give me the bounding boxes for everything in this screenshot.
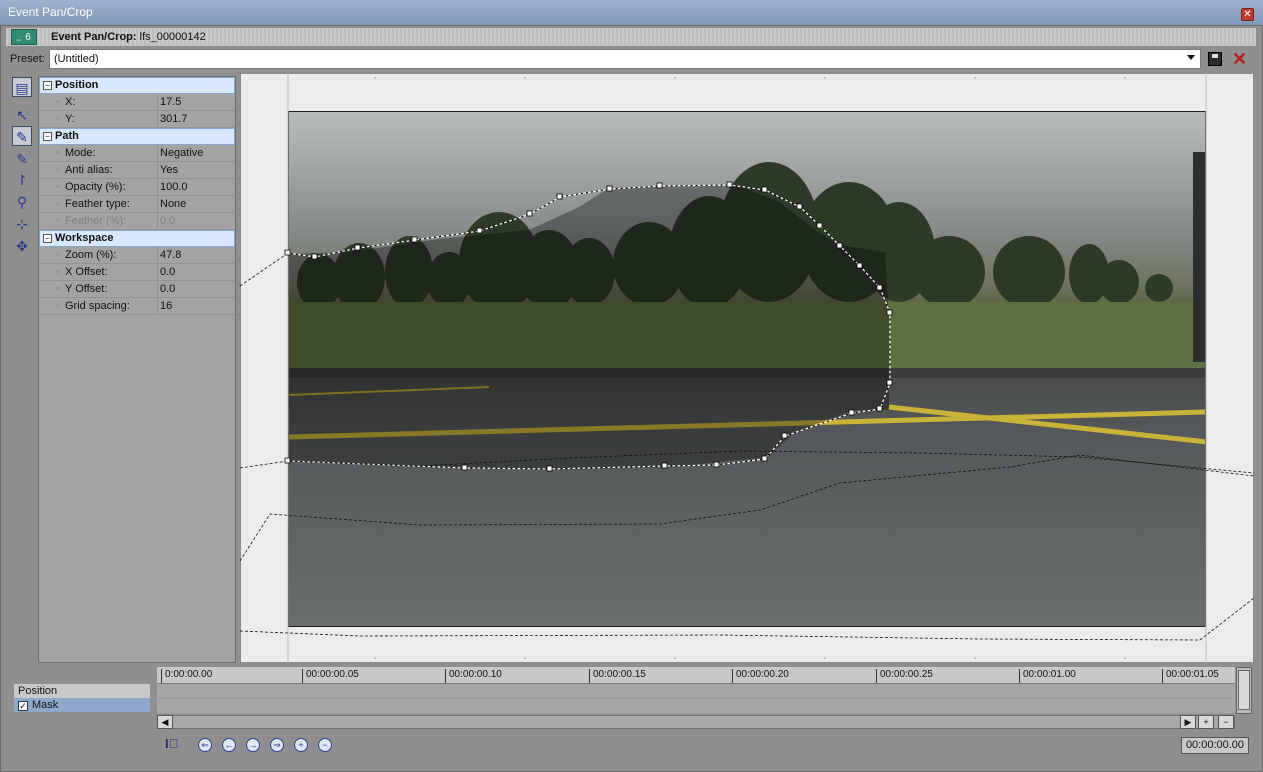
prop-value[interactable]: 17.5 [157,94,236,110]
properties-panel: − Position ◦ X: 17.5 ◦ Y: 301.7 − Path ◦ Mode… [38,76,236,663]
mask-path-overlay[interactable] [240,73,1254,663]
delete-keyframe-icon[interactable]: − [318,738,332,752]
prop-label: Zoom (%): [65,249,117,261]
zoom-in-icon[interactable]: + [1198,715,1214,729]
anchor-delete-icon[interactable]: ↾ [12,170,32,190]
section-title: Workspace [55,232,114,244]
collapse-icon: − [16,35,22,45]
first-keyframe-icon[interactable]: ⇐ [198,738,212,752]
prop-label: Anti alias: [65,164,113,176]
ruler-tick: 00:00:01.05 [1162,669,1219,683]
section-title: Position [55,79,99,91]
next-keyframe-icon[interactable]: → [246,738,260,752]
preset-value: (Untitled) [54,53,99,65]
prop-value[interactable]: 0.0 [157,281,236,297]
event-number: 6 [25,32,31,43]
ruler-tick: 00:00:00.15 [589,669,646,683]
track-mask[interactable]: ✓ Mask [14,698,150,712]
prop-value[interactable]: Negative [157,145,236,161]
prop-label: Opacity (%): [65,181,126,193]
event-title: Event Pan/Crop: lfs_00000142 [51,31,206,43]
track-position[interactable]: Position [14,684,150,698]
prop-row-x[interactable]: ◦ X: 17.5 [39,94,235,111]
checkbox-icon[interactable]: ✓ [18,701,28,711]
prop-row-x-offset[interactable]: ◦ X Offset: 0.0 [39,264,235,281]
prop-value[interactable]: Yes [157,162,236,178]
prop-row-opacity[interactable]: ◦ Opacity (%): 100.0 [39,179,235,196]
event-title-label: Event Pan/Crop: [51,31,137,43]
last-keyframe-icon[interactable]: ⇒ [270,738,284,752]
prop-row-anti-alias[interactable]: ◦ Anti alias: Yes [39,162,235,179]
save-preset-icon[interactable] [1208,52,1222,66]
prop-value[interactable]: 47.8 [157,247,236,263]
event-collapse-button[interactable]: − 6 [11,29,37,45]
section-title: Path [55,130,79,142]
prop-label: Grid spacing: [65,300,130,312]
track-label: Mask [32,699,59,711]
previous-keyframe-icon[interactable]: ← [222,738,236,752]
track-label: Position [18,685,58,697]
prop-label: Feather (%): [65,215,127,227]
scroll-right-icon[interactable]: ▶ [1180,715,1196,729]
window-title: Event Pan/Crop [8,5,93,19]
prop-label: X Offset: [65,266,108,278]
normal-edit-icon[interactable]: ↖ [12,105,32,125]
horizontal-scrollbar[interactable] [157,715,1235,729]
prop-label: Mode: [65,147,96,159]
scroll-thumb[interactable] [1238,670,1250,710]
anchor-creation-icon[interactable]: ✎ [12,126,32,146]
prop-value: 0.0 [157,213,236,229]
prop-value[interactable]: 100.0 [157,179,236,195]
show-properties-icon[interactable]: ▤ [12,77,32,97]
ruler-tick: 00:00:01.00 [1019,669,1076,683]
prop-value[interactable]: None [157,196,236,212]
track-list: Position ✓ Mask [14,684,150,714]
lock-envelope-icon[interactable]: I⃝ [165,736,181,752]
ruler-tick: 00:00:00.25 [876,669,933,683]
scroll-left-icon[interactable]: ◀ [157,715,173,729]
prop-label: X: [65,96,76,108]
ruler-tick: 00:00:00.05 [302,669,359,683]
collapse-icon[interactable]: − [43,234,52,243]
prop-label: Feather type: [65,198,130,210]
prop-row-grid-spacing[interactable]: ◦ Grid spacing: 16 [39,298,235,315]
current-time-display: 00:00:00.00 [1181,737,1249,754]
delete-preset-icon[interactable]: ✕ [1232,49,1247,69]
chevron-down-icon[interactable] [1187,55,1195,60]
prop-row-feather-type[interactable]: ◦ Feather type: None [39,196,235,213]
window-close-button[interactable]: ✕ [1241,8,1254,21]
prop-row-zoom[interactable]: ◦ Zoom (%): 47.8 [39,247,235,264]
zoom-out-icon[interactable]: − [1218,715,1234,729]
anchor-add-icon[interactable]: ✎ [12,149,32,169]
event-media-name: lfs_00000142 [139,31,206,43]
ruler-tick: 00:00:00.20 [732,669,789,683]
tool-palette: ▤ ↖ ✎ ✎ ↾ ⚲ ⊹ ✥ [6,73,36,663]
prop-row-y-offset[interactable]: ◦ Y Offset: 0.0 [39,281,235,298]
preset-dropdown[interactable]: (Untitled) [49,49,1201,69]
collapse-icon[interactable]: − [43,132,52,141]
ruler-tick: 00:00:00.10 [445,669,502,683]
create-keyframe-icon[interactable]: + [294,738,308,752]
enable-snapping-icon[interactable]: ⊹ [12,214,32,234]
zoom-icon[interactable]: ⚲ [12,192,32,212]
prop-label: Y Offset: [65,283,108,295]
preset-label: Preset: [10,53,45,65]
prop-label: Y: [65,113,75,125]
prop-value[interactable]: 301.7 [157,111,236,127]
section-workspace[interactable]: − Workspace [39,230,235,247]
collapse-icon[interactable]: − [43,81,52,90]
time-ruler[interactable]: 0:00:00.00 00:00:00.05 00:00:00.10 00:00… [157,667,1235,684]
prop-value[interactable]: 0.0 [157,264,236,280]
prop-value[interactable]: 16 [157,298,236,314]
prop-row-y[interactable]: ◦ Y: 301.7 [39,111,235,128]
prop-row-mode[interactable]: ◦ Mode: Negative [39,145,235,162]
section-path[interactable]: − Path [39,128,235,145]
section-position[interactable]: − Position [39,77,235,94]
move-freely-icon[interactable]: ✥ [12,236,32,256]
prop-row-feather: ◦ Feather (%): 0.0 [39,213,235,230]
vertical-scrollbar[interactable] [1236,667,1252,714]
keyframe-lanes[interactable] [157,684,1235,714]
window-titlebar: Event Pan/Crop [0,0,1263,25]
ruler-tick: 0:00:00.00 [161,669,212,683]
